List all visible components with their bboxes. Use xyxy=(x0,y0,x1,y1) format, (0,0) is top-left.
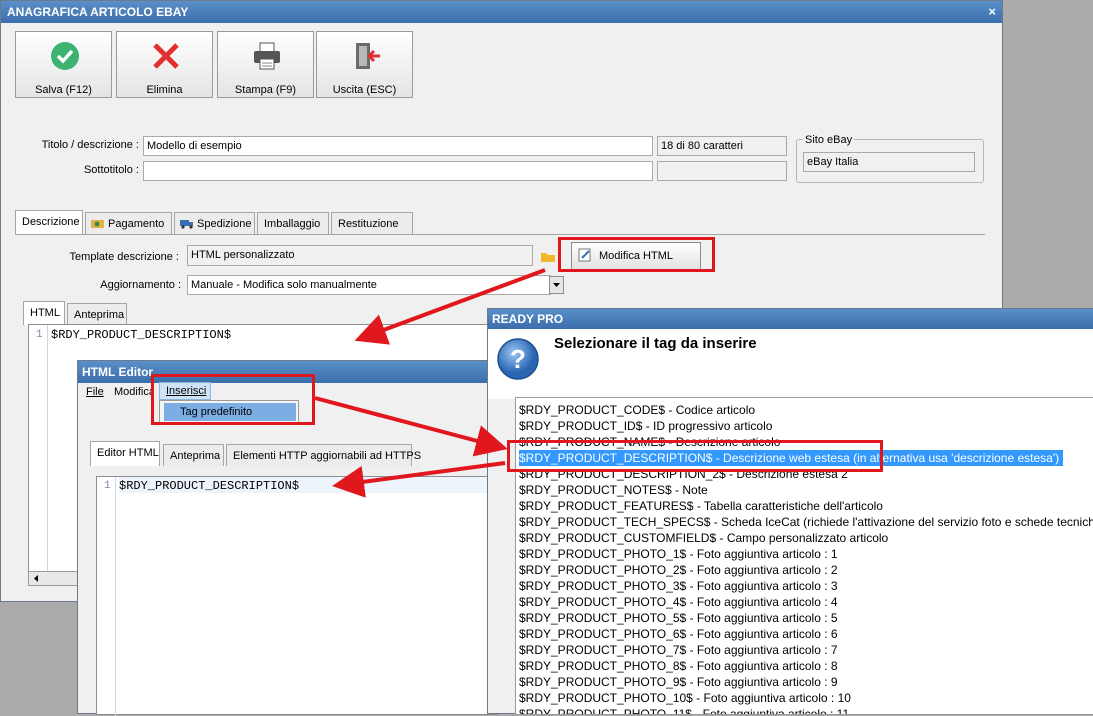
annotation-arrows xyxy=(314,268,546,498)
arrow-to-tag-list xyxy=(314,396,508,457)
arrow-to-html-editor xyxy=(354,268,546,345)
arrow-to-inserted-tag xyxy=(332,461,506,498)
